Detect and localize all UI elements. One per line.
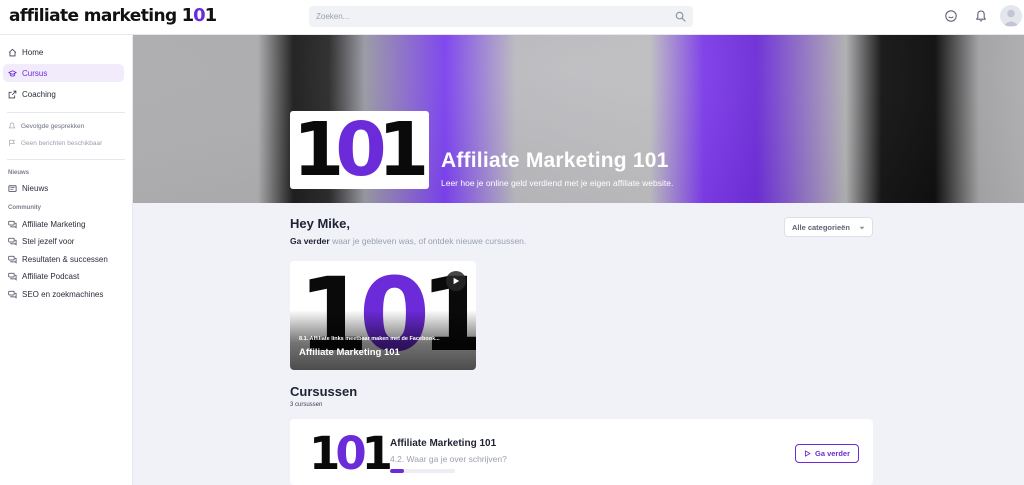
search-input[interactable] [309,6,649,27]
followed-conversations-heading: Gevolgde gesprekken [8,122,84,130]
no-messages-text: Geen berichten beschikbaar [21,139,103,147]
sidebar-item-label: Coaching [22,89,56,99]
section-title-news: Nieuws [8,170,30,176]
chat-bubbles-icon [8,290,17,299]
courses-heading: Cursussen [290,384,358,399]
sidebar-item-coaching[interactable]: Coaching [3,85,124,103]
sidebar-item-cursus[interactable]: Cursus [3,64,124,82]
category-select-value: Alle categorieën [792,222,850,232]
sidebar-item-nieuws[interactable]: Nieuws [3,179,124,197]
sidebar-item-label: Nieuws [22,183,49,193]
chat-icon[interactable] [944,9,958,23]
sidebar-item-home[interactable]: Home [3,43,124,61]
play-button[interactable] [446,271,466,291]
continue-lesson-title: 8.1. Affiliate links meetbaar maken met … [299,336,440,342]
flag-icon [9,139,16,147]
sidebar-item-label: Resultaten & successen [22,254,108,264]
external-link-icon [8,90,17,98]
brand-logo[interactable]: affiliate marketing 101 [9,5,218,29]
sidebar-item-seo[interactable]: SEO en zoekmachines [3,285,124,303]
chevron-down-icon [859,226,865,230]
logo-digit: 1 [309,427,340,480]
sidebar-item-label: Affiliate Podcast [22,271,80,281]
logo-digit: 1 [181,5,194,26]
logo-digit: 1 [377,107,429,193]
logo-digit-o: 0 [335,107,386,193]
sidebar: Home Cursus Coaching Gevolgde gesprekken… [0,35,133,485]
hero-banner: 101 Affiliate Marketing 101 Leer hoe je … [133,35,1024,203]
avatar[interactable] [1000,5,1022,27]
sidebar-item-label: Home [22,47,44,57]
play-outline-icon [804,450,811,457]
logo-digit: 1 [361,427,393,480]
greeting-subtitle: Ga verder waar je gebleven was, of ontde… [290,236,526,246]
chat-bubbles-icon [8,220,17,229]
logo-digit-o: 0 [193,5,205,26]
followed-conversations-title: Gevolgde gesprekken [21,122,85,130]
hero-title: Affiliate Marketing 101 [441,149,669,172]
course-logo-101: 101 [293,113,429,187]
top-bar: affiliate marketing 101 [0,0,1024,35]
logo-digit: 1 [204,5,217,26]
sidebar-item-label: Cursus [22,68,48,78]
course-logo-badge: 101 [290,111,429,189]
newspaper-icon [8,184,17,192]
sidebar-item-affiliate-podcast[interactable]: Affiliate Podcast [3,267,124,285]
logo-digit: 1 [292,107,344,193]
continue-course-button-label: Ga verder [814,449,851,458]
bell-icon[interactable] [974,9,988,23]
course-progress-bar [390,469,455,473]
graduation-cap-icon [8,69,17,77]
course-card-logo: 101 [309,431,393,476]
section-title-community: Community [8,205,41,211]
home-icon [8,48,17,56]
courses-count: 3 cursussen [290,402,323,408]
greeting-bold: Ga verder [290,236,330,246]
course-progress-fill [390,469,405,473]
course-current-lesson: 4.2. Waar ga je over schrijven? [390,454,507,464]
sidebar-item-label: SEO en zoekmachines [22,289,104,299]
continue-course-title: Affiliate Marketing 101 [299,347,400,358]
greeting-title: Hey Mike, [290,216,350,231]
course-card[interactable]: 101 Affiliate Marketing 101 4.2. Waar ga… [290,419,873,485]
no-messages-item: Geen berichten beschikbaar [8,139,102,147]
chat-bubbles-icon [8,237,17,246]
bell-icon [8,122,16,129]
sidebar-item-resultaten[interactable]: Resultaten & successen [3,250,124,268]
chat-bubbles-icon [8,255,17,264]
sidebar-item-affiliate-marketing[interactable]: Affiliate Marketing [3,215,124,233]
continue-course-button[interactable]: Ga verder [795,444,859,463]
category-select[interactable]: Alle categorieën [784,217,873,237]
search-icon[interactable] [675,11,686,22]
sidebar-item-label: Stel jezelf voor [22,236,75,246]
search-bar [309,6,693,27]
logo-digit-o: 0 [335,427,366,480]
sidebar-divider [7,112,125,113]
brand-logo-number: 101 [181,5,218,26]
sidebar-divider [7,159,125,160]
play-icon [453,277,460,285]
sidebar-item-stel-jezelf-voor[interactable]: Stel jezelf voor [3,232,124,250]
greeting-rest: waar je gebleven was, of ontdek nieuwe c… [329,236,527,246]
course-title: Affiliate Marketing 101 [390,438,497,449]
brand-logo-text: affiliate marketing [9,6,177,26]
sidebar-item-label: Affiliate Marketing [22,219,86,229]
hero-subtitle: Leer hoe je online geld verdiend met je … [441,178,674,188]
chat-bubbles-icon [8,272,17,281]
user-avatar-icon [1003,9,1019,26]
